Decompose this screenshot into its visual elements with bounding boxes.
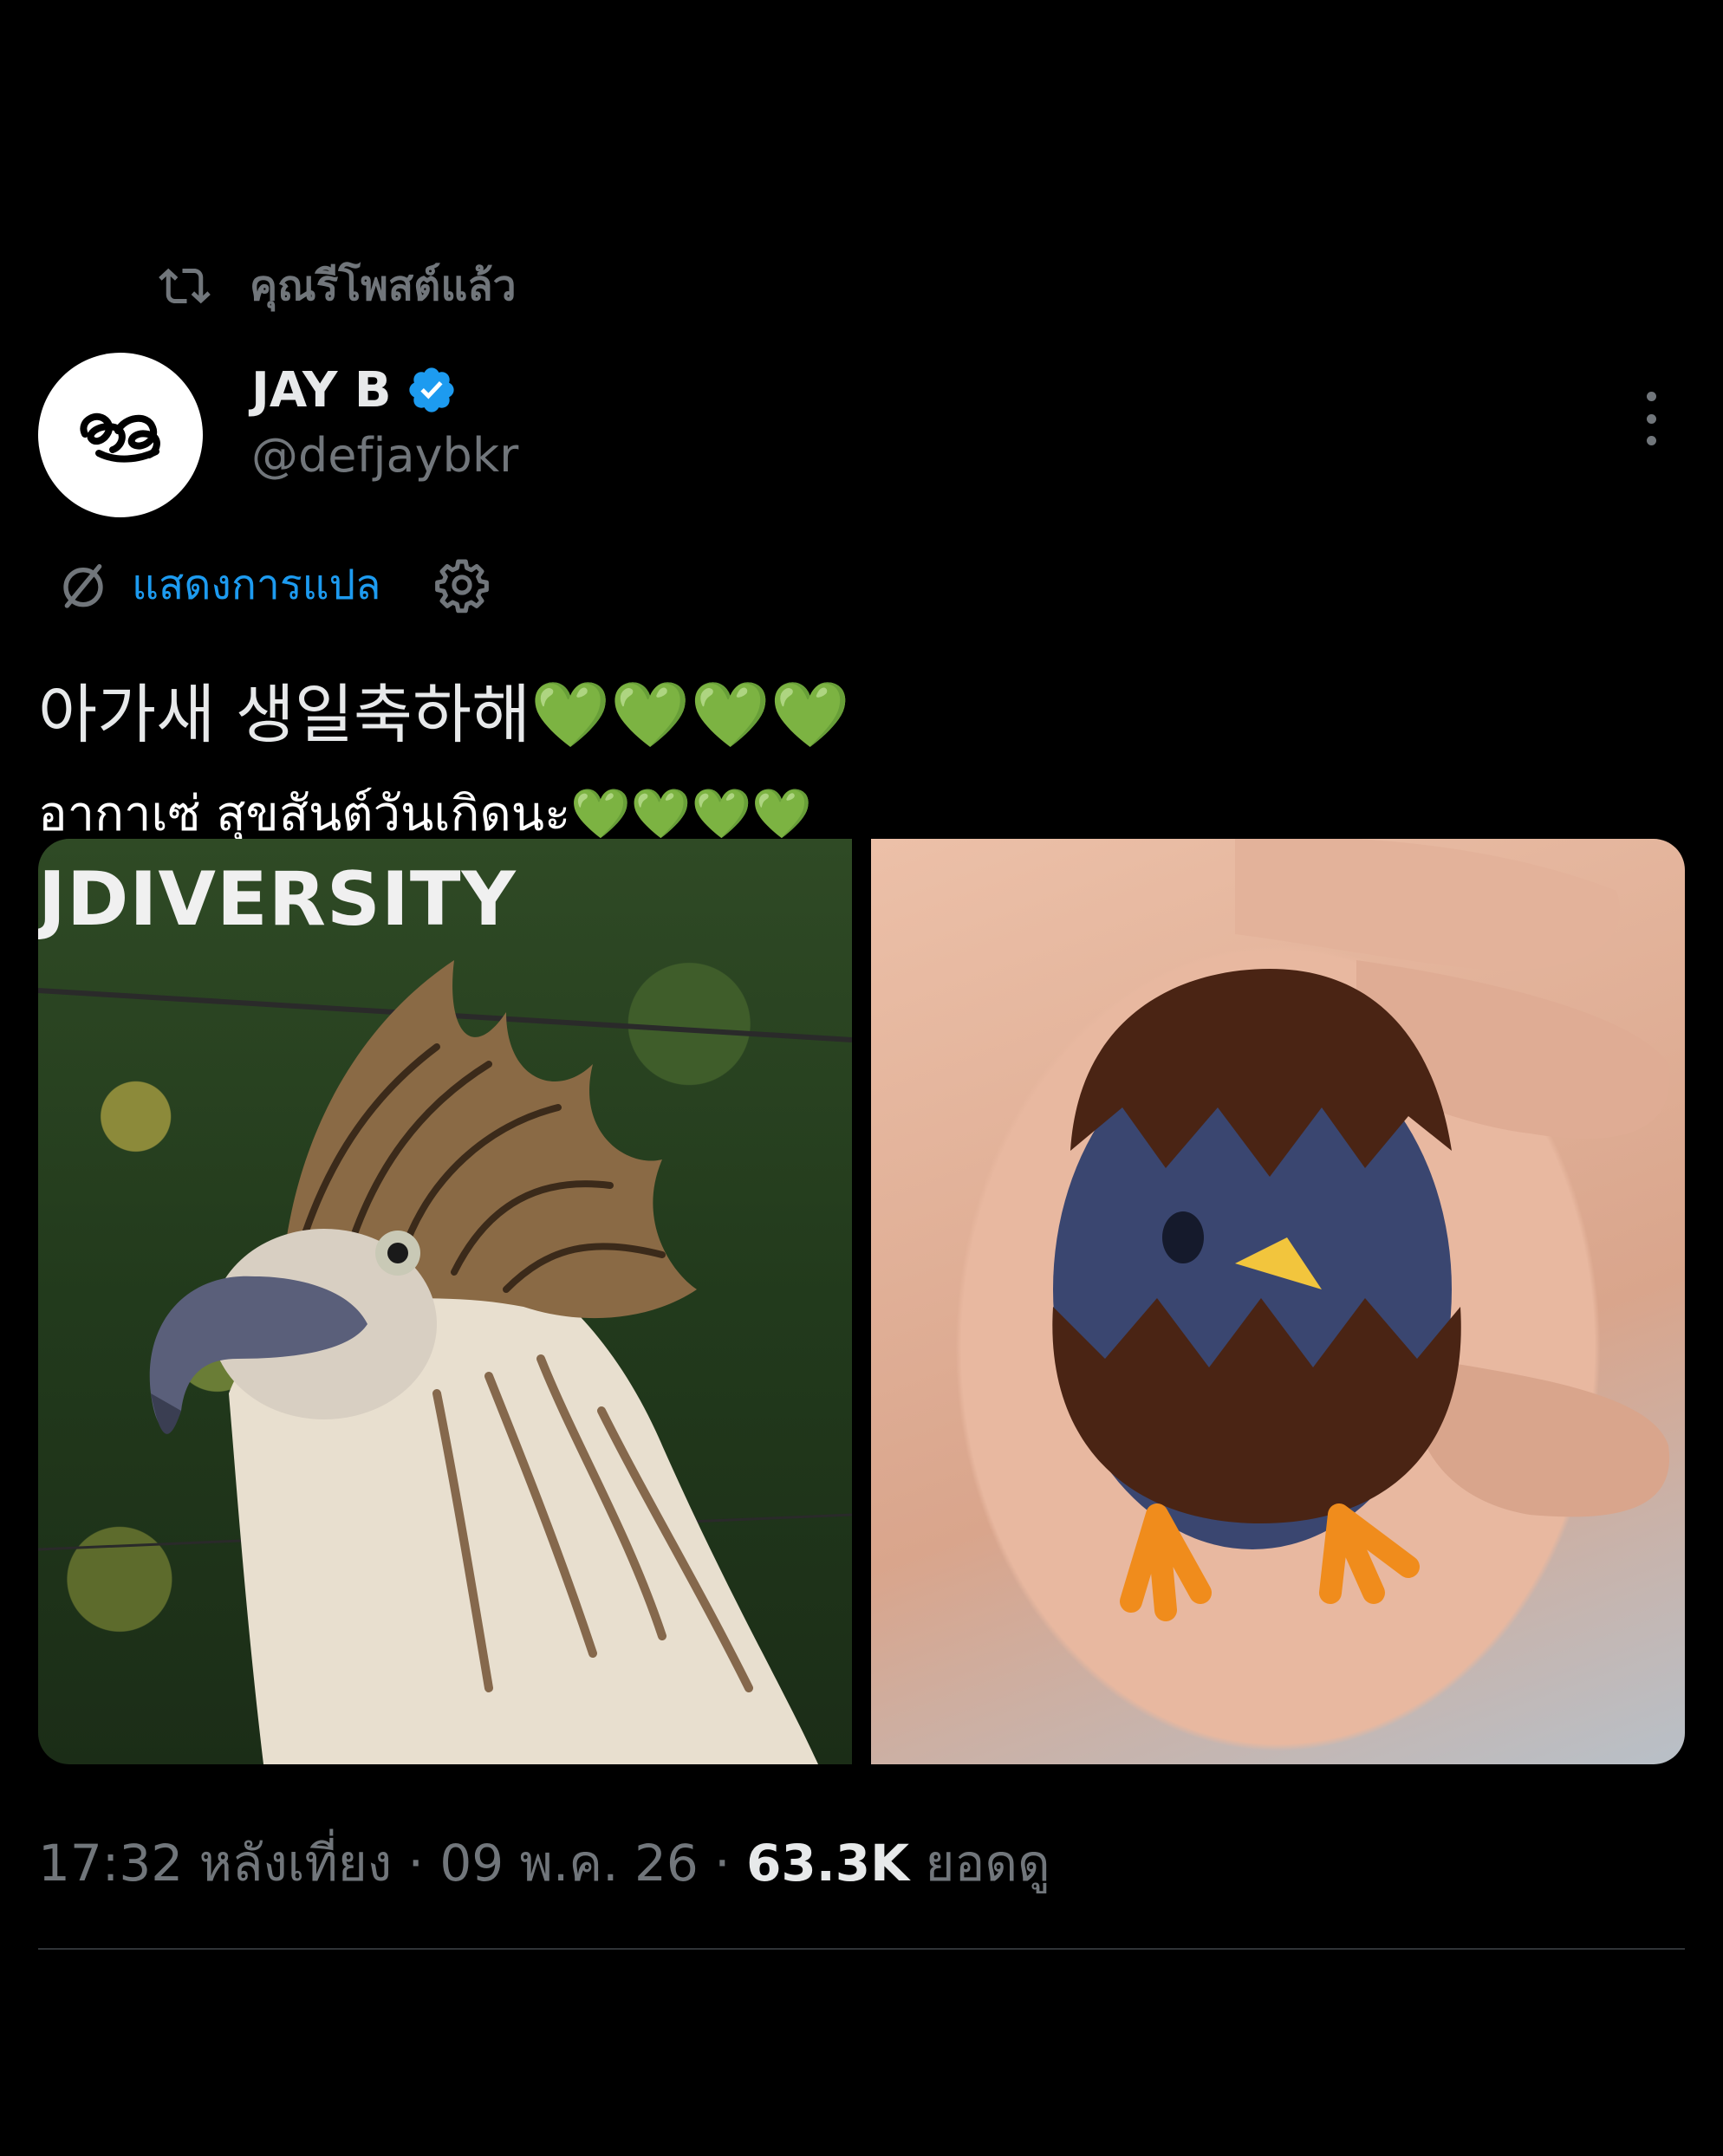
retweet-label: คุณรีโพสต์แล้ว — [250, 262, 517, 310]
retweet-icon — [159, 268, 211, 304]
retweet-indicator: คุณรีโพสต์แล้ว — [159, 251, 517, 321]
media-grid: JDIVERSITY — [38, 839, 1685, 1764]
author-display-name[interactable]: JAY B — [251, 362, 392, 419]
green-hearts-emoji: 💚💚💚💚 — [530, 678, 850, 752]
more-options-button[interactable] — [1629, 388, 1673, 449]
show-translation-link[interactable]: แสดงการแปล — [132, 552, 380, 618]
media-image-chick-figure[interactable] — [871, 839, 1685, 1764]
avatar[interactable] — [38, 353, 203, 517]
author-info[interactable]: JAY B @defjaybkr — [251, 355, 518, 484]
divider — [38, 1948, 1685, 1950]
tweet-time[interactable]: 17:32 หลังเที่ยง — [38, 1834, 392, 1893]
eagle-illustration — [38, 960, 852, 1764]
author-handle[interactable]: @defjaybkr — [251, 428, 518, 483]
tweet-korean-text: 아가새 생일축하해 — [38, 678, 531, 752]
green-hearts-emoji: 💚💚💚💚 — [570, 786, 813, 842]
translate-icon — [63, 564, 103, 608]
tweet-date[interactable]: 09 พ.ค. 26 — [439, 1834, 698, 1893]
tweet-meta: 17:32 หลังเที่ยง · 09 พ.ค. 26 · 63.3K ยอ… — [38, 1834, 1050, 1893]
tweet-text-line-1: 아가새 생일축하해💚💚💚💚 — [38, 667, 850, 763]
signature-logo — [80, 413, 160, 463]
translation-row: แสดงการแปล — [55, 550, 491, 620]
views-count: 63.3K — [746, 1834, 910, 1893]
verified-badge-icon — [408, 367, 454, 412]
tweet-thai-text: อากาเซ่ สุขสันต์วันเกิดนะ — [38, 786, 571, 842]
views-label: ยอดดู — [925, 1834, 1050, 1893]
gear-icon[interactable] — [432, 555, 491, 614]
chick-figure-illustration — [1052, 839, 1670, 1621]
media-image-eagle[interactable]: JDIVERSITY — [38, 839, 852, 1764]
more-vertical-icon — [1646, 392, 1656, 401]
